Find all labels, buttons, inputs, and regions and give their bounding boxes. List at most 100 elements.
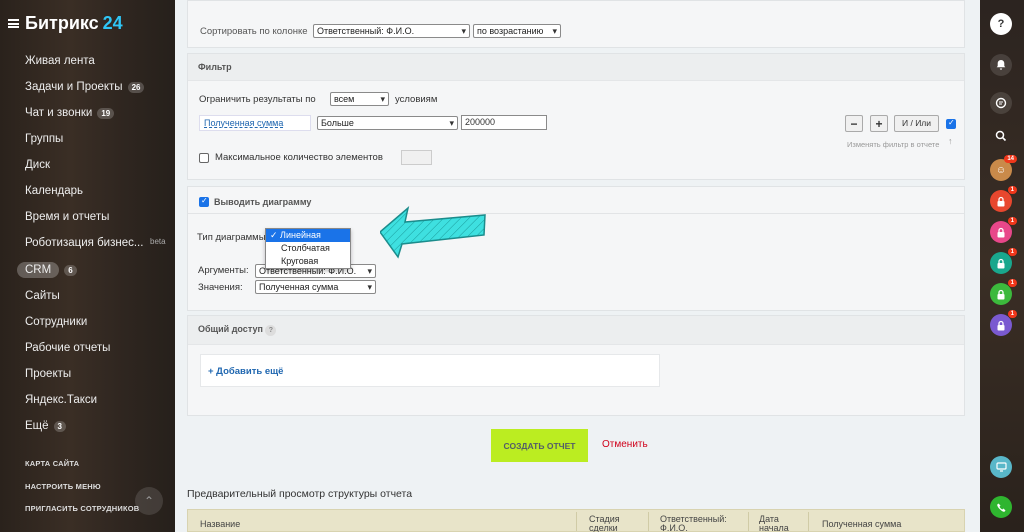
sort-column-select[interactable]: Ответственный: Ф.И.О. — [313, 24, 470, 38]
lock-icon[interactable]: 1 — [990, 279, 1017, 305]
notification-badge: 1 — [1007, 186, 1017, 194]
chart-type-option-bar[interactable]: Столбчатая — [266, 242, 350, 255]
access-header: Общий доступ ? — [188, 316, 964, 345]
right-toolbar: ? ☺ 14 1 1 1 1 1 — [980, 0, 1024, 532]
avatar[interactable]: ☺ 14 — [990, 155, 1017, 181]
sidebar-item-groups[interactable]: Группы — [25, 133, 63, 145]
count-badge: 19 — [97, 107, 115, 119]
column-header-name: Название — [200, 519, 241, 529]
notification-badge: 1 — [1007, 279, 1017, 287]
sidebar-item-tasks[interactable]: Задачи и Проекты 26 — [25, 81, 145, 93]
create-report-button[interactable]: СОЗДАТЬ ОТЧЕТ — [491, 429, 588, 462]
arrow-up-icon: ↑ — [948, 136, 953, 146]
sidebar-item-disk[interactable]: Диск — [25, 159, 50, 171]
chart-type-label: Тип диаграммы — [197, 232, 266, 243]
beta-label: beta — [150, 237, 166, 246]
operator-select[interactable]: Больше — [317, 116, 458, 130]
filter-title: Фильтр — [188, 54, 964, 81]
notification-badge: 1 — [1007, 248, 1017, 256]
sort-label: Сортировать по колонке — [200, 26, 308, 37]
phone-icon[interactable] — [990, 496, 1012, 518]
column-divider — [808, 512, 809, 531]
sidebar-item-robotization[interactable]: Роботизация бизнес... — [25, 237, 143, 249]
max-elements-label: Максимальное количество элементов — [215, 152, 383, 163]
count-badge: 3 — [53, 420, 66, 432]
cancel-link[interactable]: Отменить — [602, 439, 648, 450]
access-title: Общий доступ — [198, 324, 263, 334]
remove-condition-button[interactable]: − — [845, 115, 863, 132]
column-header-responsible: Ответственный: Ф.И.О. — [660, 515, 727, 532]
lock-icon[interactable]: 1 — [990, 186, 1017, 212]
and-or-button[interactable]: И / Или — [894, 115, 940, 132]
menu-icon[interactable] — [8, 19, 19, 28]
access-box: + Добавить ещё — [200, 354, 660, 387]
notification-badge: 14 — [1004, 155, 1017, 163]
lock-icon[interactable]: 1 — [990, 217, 1017, 243]
count-badge: 6 — [64, 264, 77, 276]
max-elements-checkbox[interactable] — [199, 153, 209, 163]
column-divider — [576, 512, 577, 531]
arguments-label: Аргументы: — [198, 265, 249, 276]
chat-icon[interactable] — [990, 92, 1012, 114]
divider — [188, 213, 964, 214]
add-condition-button[interactable]: + — [870, 115, 888, 132]
sidebar-item-projects[interactable]: Проекты — [25, 368, 71, 380]
annotation-arrow — [380, 205, 486, 259]
column-header-amount: Полученная сумма — [822, 519, 902, 529]
sort-panel: Сортировать по колонке Ответственный: Ф.… — [187, 0, 965, 48]
sitemap-link[interactable]: КАРТА САЙТА — [25, 459, 79, 468]
sidebar-item-calendar[interactable]: Календарь — [25, 185, 83, 197]
search-icon[interactable] — [990, 125, 1012, 147]
access-panel: Общий доступ ? + Добавить ещё — [187, 315, 965, 416]
sidebar-item-more[interactable]: Ещё 3 — [25, 420, 66, 432]
invite-employees-link[interactable]: ПРИГЛАСИТЬ СОТРУДНИКОВ — [25, 504, 139, 513]
sidebar-item-crm[interactable]: CRM 6 — [17, 262, 77, 278]
logo[interactable]: Битрикс 24 — [25, 13, 123, 34]
column-divider — [748, 512, 749, 531]
screen-share-icon[interactable] — [990, 456, 1012, 478]
amount-input[interactable]: 200000 — [461, 115, 547, 130]
sidebar-item-sites[interactable]: Сайты — [25, 290, 60, 302]
show-chart-label: Выводить диаграмму — [214, 197, 312, 207]
chart-type-option-line[interactable]: ✓ Линейная — [266, 229, 350, 242]
sidebar-item-time[interactable]: Время и отчеты — [25, 211, 109, 223]
preview-table-header: Название Стадия сделки Ответственный: Ф.… — [187, 509, 965, 532]
limit-select[interactable]: всем — [330, 92, 389, 106]
main-content: Сортировать по колонке Ответственный: Ф.… — [175, 0, 980, 532]
help-icon[interactable]: ? — [265, 325, 277, 336]
sidebar-item-feed[interactable]: Живая лента — [25, 55, 95, 67]
sidebar-item-work-reports[interactable]: Рабочие отчеты — [25, 342, 110, 354]
column-header-start-date: Дата начала — [759, 515, 789, 532]
change-in-report-checkbox[interactable] — [946, 118, 956, 129]
count-badge: 26 — [127, 81, 145, 93]
help-icon[interactable]: ? — [990, 13, 1012, 35]
sidebar-item-chat[interactable]: Чат и звонки 19 — [25, 107, 115, 119]
filter-field-link[interactable]: Полученная сумма — [199, 115, 311, 131]
values-select[interactable]: Полученная сумма — [255, 280, 376, 294]
sidebar-item-yandex-taxi[interactable]: Яндекс.Такси — [25, 394, 97, 406]
lock-icon[interactable]: 1 — [990, 310, 1017, 336]
max-elements-input[interactable] — [401, 150, 432, 165]
show-chart-checkbox[interactable] — [199, 196, 209, 207]
conditions-label: условиям — [395, 94, 438, 105]
filter-panel: Фильтр Ограничить результаты по всем усл… — [187, 53, 965, 180]
chart-type-option-pie[interactable]: Круговая — [266, 255, 350, 268]
add-more-link[interactable]: + Добавить ещё — [208, 366, 283, 377]
preview-title: Предварительный просмотр структуры отчет… — [187, 488, 413, 500]
left-sidebar: Битрикс 24 Живая лента Задачи и Проекты 26… — [0, 0, 175, 532]
change-in-report-label: Изменять фильтр в отчете — [847, 140, 940, 149]
notification-badge: 1 — [1007, 217, 1017, 225]
values-label: Значения: — [198, 282, 243, 293]
column-header-stage: Стадия сделки — [589, 515, 620, 532]
column-divider — [648, 512, 649, 531]
bell-icon[interactable] — [990, 54, 1012, 76]
sort-order-select[interactable]: по возрастанию — [473, 24, 561, 38]
limit-label: Ограничить результаты по — [199, 94, 316, 105]
lock-icon[interactable]: 1 — [990, 248, 1017, 274]
configure-menu-link[interactable]: НАСТРОИТЬ МЕНЮ — [25, 482, 101, 491]
notification-badge: 1 — [1007, 310, 1017, 318]
chart-type-dropdown[interactable]: ✓ Линейная Столбчатая Круговая — [265, 228, 351, 269]
sidebar-item-employees[interactable]: Сотрудники — [25, 316, 87, 328]
scroll-up-icon[interactable]: ⌃ — [135, 487, 163, 515]
logo-row: Битрикс 24 — [8, 13, 123, 34]
